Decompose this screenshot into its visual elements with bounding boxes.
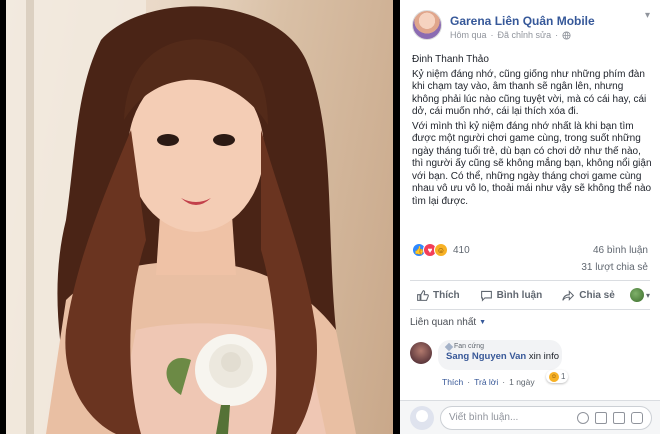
- comment-count[interactable]: 46 bình luận: [593, 245, 648, 256]
- comment-icon: [480, 290, 492, 302]
- portrait-illustration: [6, 0, 356, 434]
- comment-item: Fan cứng Sang Nguyen Van xin info ☺ 1 Th…: [410, 340, 650, 390]
- profile-thumb-icon: [629, 288, 644, 302]
- comment-actions: Thích · Trả lời · 1 ngày: [442, 377, 535, 387]
- comment-bubble: Fan cứng Sang Nguyen Van xin info: [438, 340, 562, 370]
- post-panel: Garena Liên Quân Mobile Hôm qua · Đã chỉ…: [400, 0, 660, 434]
- edited-label[interactable]: Đã chỉnh sửa: [498, 30, 552, 40]
- post-paragraph: Với mình thì kỷ niệm đáng nhớ nhất là kh…: [412, 120, 652, 207]
- post-text: Đinh Thanh Thảo Kỷ niệm đáng nhớ, cũng g…: [412, 54, 652, 210]
- comment-reaction-count: 1: [561, 372, 566, 381]
- share-count[interactable]: 31 lượt chia sẻ: [581, 262, 648, 273]
- meta-separator: ·: [555, 30, 559, 40]
- comment-author[interactable]: Sang Nguyen Van: [446, 351, 526, 362]
- page-identity-selector[interactable]: ▾: [629, 288, 650, 302]
- gif-icon[interactable]: [613, 412, 625, 424]
- caret-down-icon: ▼: [479, 319, 487, 326]
- share-icon: [562, 289, 575, 301]
- fan-badge: Fan cứng: [444, 342, 554, 351]
- dot-separator: ·: [502, 377, 506, 387]
- comment-line: Sang Nguyen Van xin info: [446, 351, 559, 362]
- comment-time[interactable]: 1 ngày: [509, 377, 535, 387]
- reaction-summary[interactable]: 👍 ♥ ☺ 410: [412, 243, 470, 257]
- current-user-avatar: [410, 406, 434, 430]
- haha-reaction-icon: ☺: [549, 371, 559, 382]
- like-label: Thích: [433, 289, 460, 301]
- post-meta: Hôm qua · Đã chỉnh sửa ·: [450, 30, 571, 40]
- page-avatar[interactable]: [412, 10, 442, 40]
- post-paragraph: Kỷ niệm đáng nhớ, cũng giống như những p…: [412, 68, 647, 118]
- comment-label: Bình luận: [496, 289, 543, 301]
- globe-icon: [562, 30, 571, 40]
- haha-reaction-icon: ☺: [434, 243, 448, 257]
- caret-down-icon: ▾: [645, 290, 650, 300]
- composer-icons: [577, 412, 643, 424]
- page-name[interactable]: Garena Liên Quân Mobile: [450, 14, 595, 28]
- comment-button[interactable]: Bình luận: [470, 289, 553, 302]
- commenter-avatar[interactable]: [410, 342, 432, 364]
- diamond-icon: [444, 342, 454, 351]
- comment-input[interactable]: [449, 412, 559, 423]
- action-bar: Thích Bình luận Chia sẻ ▾: [410, 280, 650, 310]
- dot-separator: ·: [467, 377, 471, 387]
- reaction-count: 410: [453, 244, 470, 256]
- post-photo[interactable]: [6, 0, 393, 434]
- thumbs-up-icon: [417, 289, 429, 301]
- comment-reaction-badge[interactable]: ☺ 1: [546, 370, 569, 383]
- photo-viewer: [0, 0, 400, 434]
- post-header: Garena Liên Quân Mobile Hôm qua · Đã chỉ…: [412, 10, 650, 50]
- comment-like-link[interactable]: Thích: [442, 377, 463, 387]
- post-author-line: Đinh Thanh Thảo: [412, 54, 489, 65]
- comment-sort-dropdown[interactable]: Liên quan nhất ▼: [410, 317, 486, 328]
- share-button[interactable]: Chia sẻ: [552, 289, 625, 302]
- comment-sort-label: Liên quan nhất: [410, 317, 477, 328]
- like-button[interactable]: Thích: [410, 289, 470, 302]
- comment-composer: [400, 400, 660, 434]
- meta-separator: ·: [490, 30, 494, 40]
- emoji-icon[interactable]: [577, 412, 589, 424]
- timestamp[interactable]: Hôm qua: [450, 30, 487, 40]
- comment-input-box[interactable]: [440, 406, 652, 430]
- fan-badge-label: Fan cứng: [454, 343, 484, 350]
- camera-icon[interactable]: [595, 412, 607, 424]
- comment-text: xin info: [528, 351, 559, 362]
- sticker-icon[interactable]: [631, 412, 643, 424]
- chevron-down-icon[interactable]: ▾: [645, 10, 650, 21]
- comment-reply-link[interactable]: Trả lời: [474, 377, 498, 387]
- share-label: Chia sẻ: [579, 289, 615, 301]
